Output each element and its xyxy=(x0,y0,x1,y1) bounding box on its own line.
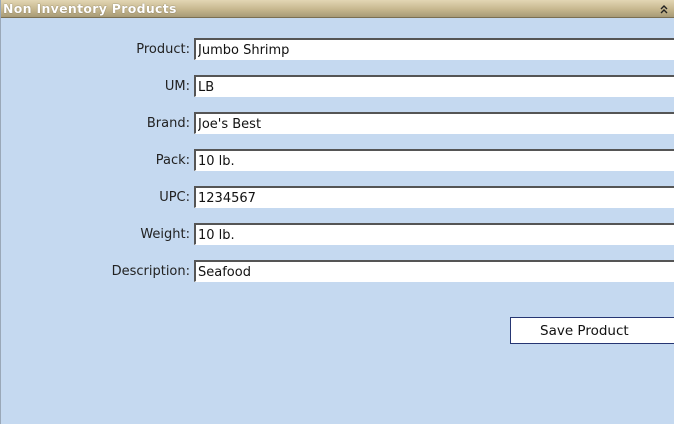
product-row: Product: xyxy=(1,37,674,62)
upc-row: UPC: xyxy=(1,185,674,210)
non-inventory-products-panel: Non Inventory Products Product: UM: Bran… xyxy=(0,0,674,424)
upc-input[interactable] xyxy=(194,186,674,208)
description-label: Description: xyxy=(111,264,190,279)
weight-row: Weight: xyxy=(1,222,674,247)
upc-label: UPC: xyxy=(159,190,190,205)
description-row: Description: xyxy=(1,259,674,284)
brand-row: Brand: xyxy=(1,111,674,136)
brand-input[interactable] xyxy=(194,112,674,134)
panel-title-bar: Non Inventory Products xyxy=(1,0,674,18)
collapse-button[interactable] xyxy=(657,1,671,17)
pack-row: Pack: xyxy=(1,148,674,173)
product-label: Product: xyxy=(136,42,190,57)
double-chevron-up-icon xyxy=(660,4,668,13)
brand-label: Brand: xyxy=(146,116,190,131)
um-input[interactable] xyxy=(194,75,674,97)
um-row: UM: xyxy=(1,74,674,99)
um-label: UM: xyxy=(164,79,190,94)
product-input[interactable] xyxy=(194,38,674,60)
description-input[interactable] xyxy=(194,260,674,282)
weight-label: Weight: xyxy=(140,227,190,242)
save-product-button[interactable]: Save Product xyxy=(510,317,674,344)
pack-label: Pack: xyxy=(155,153,190,168)
panel-title: Non Inventory Products xyxy=(3,1,177,16)
pack-input[interactable] xyxy=(194,149,674,171)
weight-input[interactable] xyxy=(194,223,674,245)
